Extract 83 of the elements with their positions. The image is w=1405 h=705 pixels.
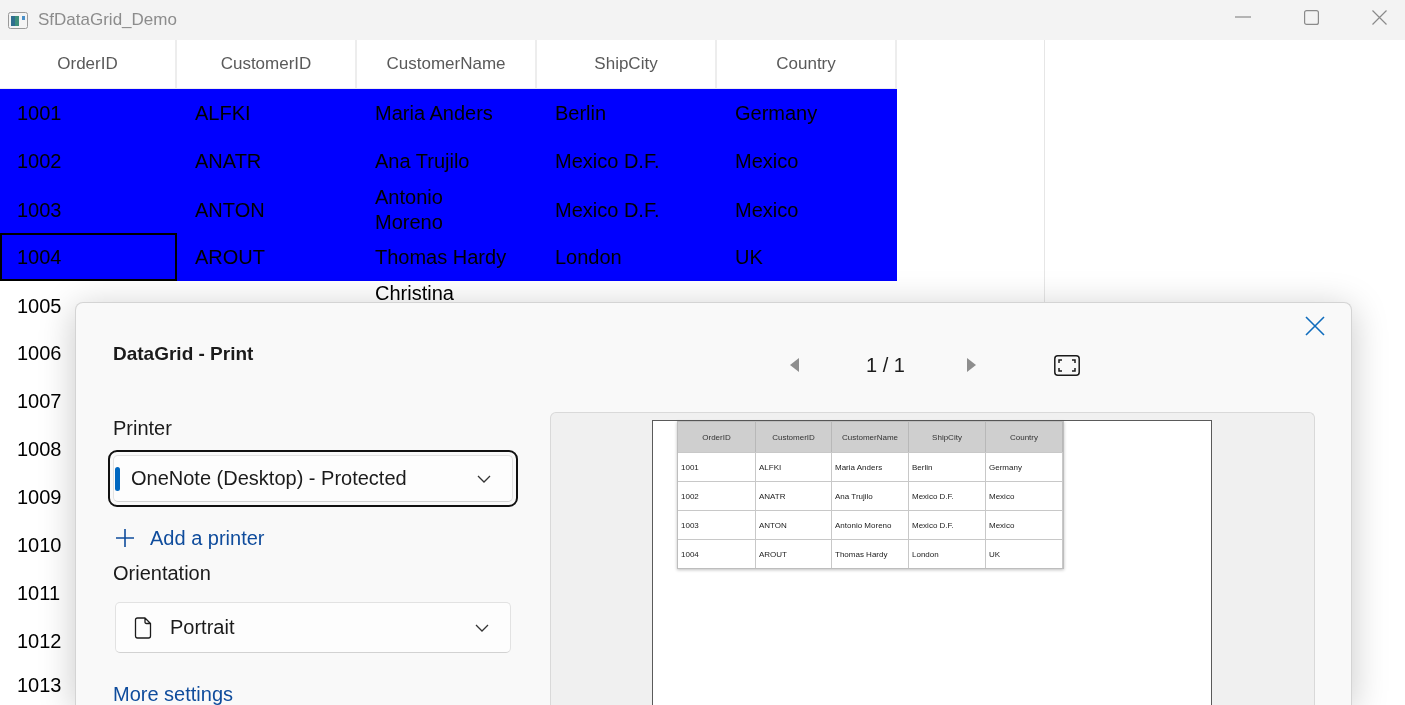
table-cell: Thomas Hardy [832, 539, 909, 568]
customer-name: Thomas Hardy [375, 245, 507, 268]
left-triangle-icon [789, 358, 799, 372]
table-cell: Ana Trujilo [832, 481, 909, 510]
customer-name: Ana Trujilo [375, 149, 470, 172]
table-cell: Mexico [986, 510, 1063, 539]
ship-city: Berlin [555, 101, 607, 125]
column-header: ShipCity [909, 422, 986, 452]
table-cell: AROUT [756, 539, 832, 568]
add-printer-link[interactable]: Add a printer [113, 525, 265, 551]
order-id: 1009 [17, 485, 62, 509]
customer-id: ANATR [195, 149, 262, 173]
column-header: CustomerID [756, 422, 832, 452]
dialog-title: DataGrid - Print [113, 342, 254, 366]
column-header[interactable]: OrderID [0, 40, 177, 89]
table-cell: 1001 [678, 452, 756, 481]
table-cell: ANATR [756, 481, 832, 510]
customer-id: AROUT [195, 245, 265, 269]
table-cell: Germany [986, 452, 1063, 481]
field-label: Orientation [113, 561, 211, 586]
column-header: OrderID [678, 422, 756, 452]
order-id: 1001 [17, 101, 62, 125]
chevron-down-icon [477, 474, 491, 483]
maximize-icon [1303, 9, 1319, 25]
order-id: 1003 [17, 198, 62, 222]
customer-name: Maria Anders [375, 101, 493, 124]
table-cell: Maria Anders [832, 452, 909, 481]
more-settings-link[interactable]: More settings [113, 685, 234, 703]
indicator-bar-icon [115, 466, 120, 491]
order-id: 1006 [17, 341, 62, 365]
order-id: 1010 [17, 533, 62, 557]
order-id: 1004 [17, 245, 62, 269]
column-header: Country [986, 422, 1063, 452]
country-name: UK [735, 245, 763, 269]
table-cell: ALFKI [756, 452, 832, 481]
column-header[interactable]: Country [717, 40, 897, 89]
customer-id: ALFKI [195, 101, 251, 125]
table-cell: Antonio Moreno [832, 510, 909, 539]
ship-city: Mexico D.F. [555, 149, 660, 173]
field-label: Printer [113, 416, 172, 441]
chevron-down-icon [475, 623, 489, 632]
table-cell: Mexico [986, 481, 1063, 510]
fit-page-button[interactable] [1051, 352, 1082, 378]
table-cell: 1003 [678, 510, 756, 539]
ship-city: London [555, 245, 622, 269]
close-icon [1371, 9, 1387, 25]
customer-id: ANTON [195, 198, 265, 222]
order-id: 1012 [17, 629, 62, 653]
table-cell: Berlin [909, 452, 986, 481]
plus-icon [116, 529, 134, 547]
page-indicator: 1 / 1 [866, 353, 905, 377]
window-title: SfDataGrid_Demo [38, 10, 177, 30]
table-cell: ANTON [756, 510, 832, 539]
column-header[interactable]: CustomerID [177, 40, 357, 89]
table-cell: UK [986, 539, 1063, 568]
app-icon [8, 11, 28, 29]
order-id: 1005 [17, 294, 62, 318]
customer-name: Antonio Moreno [375, 186, 443, 233]
order-id: 1007 [17, 389, 62, 413]
order-id: 1002 [17, 149, 62, 173]
right-triangle-icon [967, 358, 977, 372]
order-id: 1011 [17, 581, 60, 605]
column-header[interactable]: CustomerName [357, 40, 537, 89]
minimize-icon [1235, 16, 1251, 18]
country-name: Mexico [735, 198, 799, 222]
country-name: Germany [735, 101, 818, 125]
table-cell: Mexico D.F. [909, 510, 986, 539]
column-header: CustomerName [832, 422, 909, 452]
order-id: 1008 [17, 437, 62, 461]
document-icon [134, 616, 152, 639]
table-cell: 1004 [678, 539, 756, 568]
table-cell: London [909, 539, 986, 568]
ship-city: Mexico D.F. [555, 198, 660, 222]
order-id: 1013 [17, 673, 62, 697]
orientation-dropdown[interactable]: Portrait [113, 600, 513, 655]
country-name: Mexico [735, 149, 799, 173]
close-icon [1305, 316, 1325, 336]
table-cell: 1002 [678, 481, 756, 510]
fullscreen-icon [1053, 354, 1080, 376]
column-header[interactable]: ShipCity [537, 40, 717, 89]
customer-name: Christina [375, 282, 454, 304]
table-cell: Mexico D.F. [909, 481, 986, 510]
printer-dropdown[interactable]: OneNote (Desktop) - Protected [108, 450, 518, 507]
